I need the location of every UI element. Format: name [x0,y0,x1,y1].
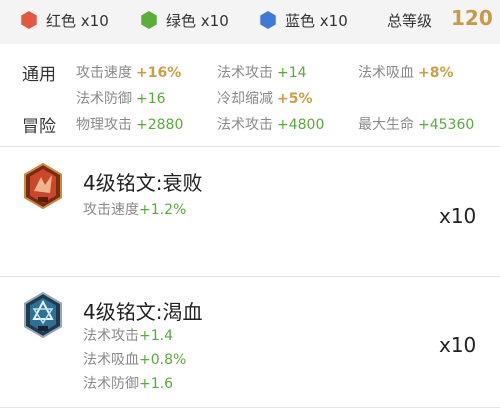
stat-max-hp-adventure: 最大生命 +45360 [358,117,475,133]
red-hex-icon [21,11,37,29]
stat-magic-attack-adventure: 法术攻击 +4800 [217,117,325,133]
stat-attack-speed: 攻击速度 +16% [76,65,182,81]
inscription-attr: 法术防御+1.6 [83,376,173,392]
green-hex-icon [141,11,157,29]
general-section-label: 通用 [22,65,56,85]
stat-magic-lifesteal: 法术吸血 +8% [358,65,454,81]
rune-summary-bar: 红色 x10 绿色 x10 蓝色 x10 总等级 120 [0,0,500,44]
adventure-section-label: 冒险 [22,117,56,137]
stat-magic-attack: 法术攻击 +14 [217,65,307,81]
blue-gem-label: 蓝色 x10 [285,11,348,30]
blue-gem-count: 蓝色 x10 [259,10,348,30]
total-level-label: 总等级 [387,12,433,30]
blue-hex-icon [260,11,276,29]
stat-physical-attack-adventure: 物理攻击 +2880 [76,117,184,133]
blue-inscription-icon [24,292,62,338]
inscription-card-bloodthirst[interactable]: 4级铭文:渴血 法术攻击+1.4 法术吸血+0.8% 法术防御+1.6 x10 [0,277,500,407]
green-gem-label: 绿色 x10 [166,11,229,30]
inscription-count: x10 [439,333,477,357]
stats-summary: 通用 冒险 攻击速度 +16% 法术攻击 +14 法术吸血 +8% 法术防御 +16 冷… [0,44,500,146]
total-level-value: 120 [451,6,493,30]
stat-magic-defense: 法术防御 +16 [76,91,166,107]
red-gem-label: 红色 x10 [46,11,109,30]
red-gem-count: 红色 x10 [20,10,109,30]
divider [0,407,500,408]
green-gem-count: 绿色 x10 [140,10,229,30]
red-inscription-icon [24,163,62,209]
inscription-attr: 法术吸血+0.8% [83,352,187,368]
inscription-count: x10 [439,204,477,228]
inscription-title: 4级铭文:衰败 [83,171,203,195]
inscription-attr: 攻击速度+1.2% [83,202,187,218]
inscription-title: 4级铭文:渴血 [83,300,203,324]
stat-cooldown-reduction: 冷却缩减 +5% [217,91,313,107]
inscription-card-decay[interactable]: 4级铭文:衰败 攻击速度+1.2% x10 [0,147,500,276]
inscription-attr: 法术攻击+1.4 [83,328,173,344]
